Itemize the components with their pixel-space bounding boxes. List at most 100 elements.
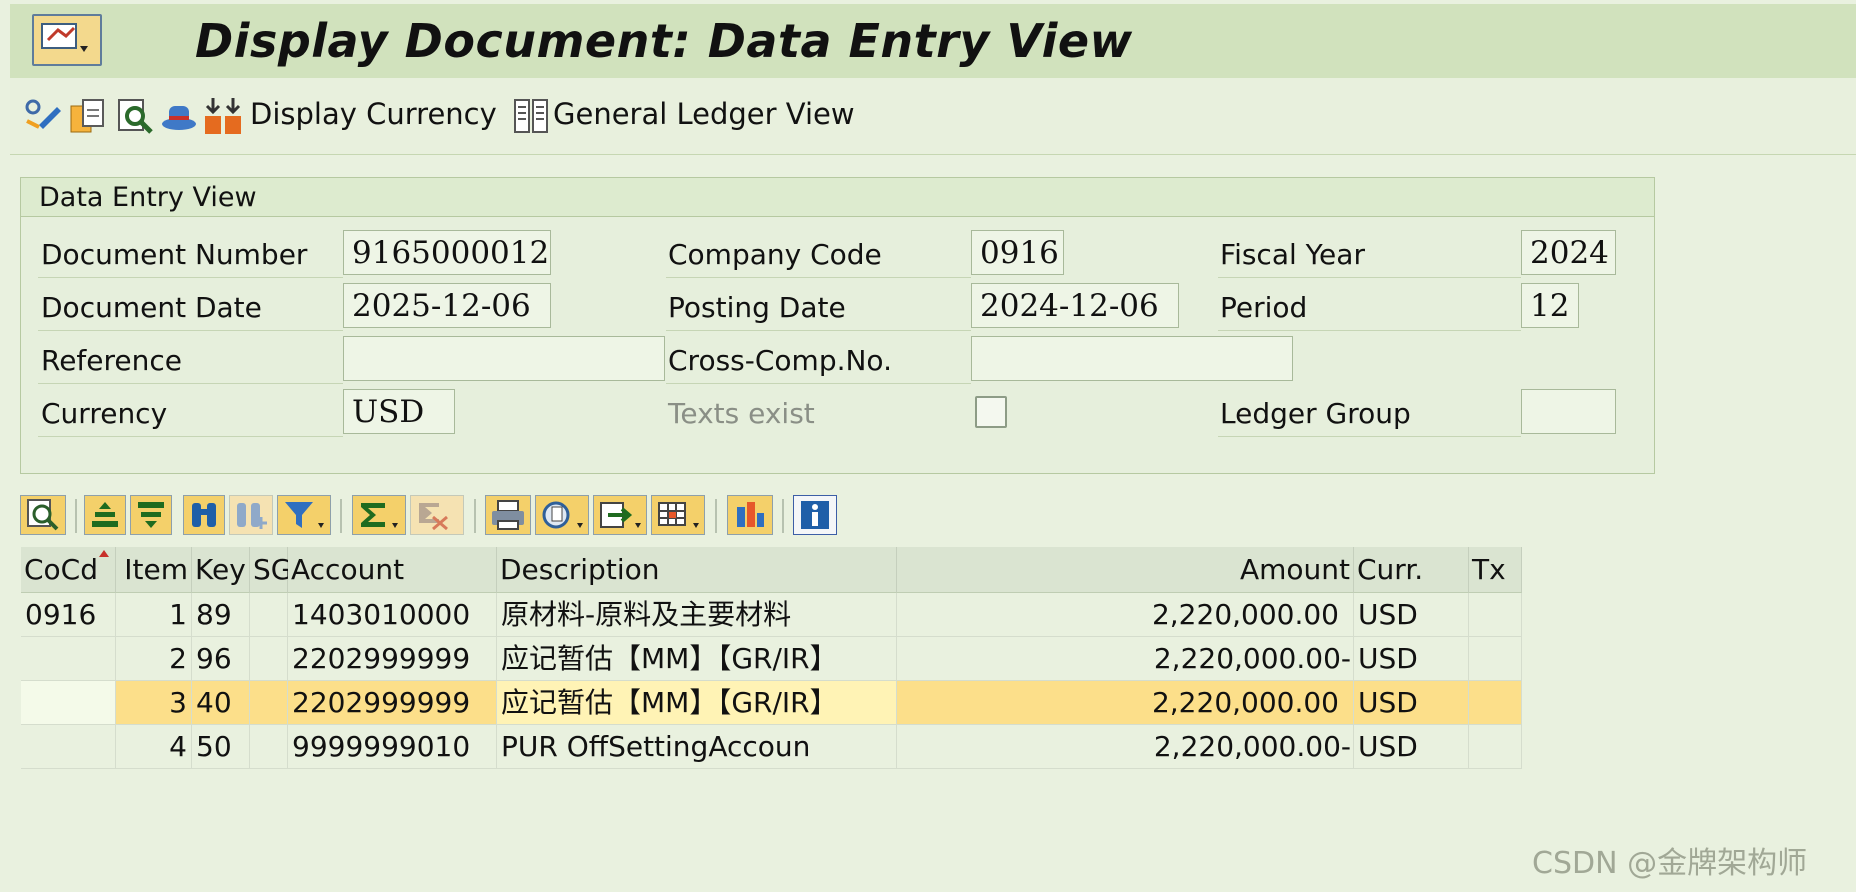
posting-date-field[interactable]: 2024-12-06 <box>971 283 1179 328</box>
toolbar-separator <box>715 499 717 533</box>
divider <box>666 330 971 331</box>
cell-account: 2202999999 <box>288 681 497 725</box>
watermark: CSDN @金牌架构师 <box>1532 846 1808 881</box>
column-header-account[interactable]: Account <box>288 547 497 593</box>
column-header-sg[interactable]: SG <box>250 547 292 593</box>
reference-field[interactable] <box>343 336 665 381</box>
copy-document-icon[interactable] <box>66 95 108 137</box>
menu-icon[interactable] <box>32 14 102 66</box>
reference-label: Reference <box>41 344 182 377</box>
divider <box>1218 436 1521 437</box>
application-toolbar: Display Currency General Ledger View <box>10 78 1856 155</box>
general-ledger-view-button[interactable]: General Ledger View <box>553 97 855 131</box>
cell-cocd: 0916 <box>21 593 116 637</box>
display-currency-icon[interactable] <box>202 95 244 137</box>
table-row[interactable]: 0916 1 89 1403010000 原材料-原料及主要材料 2,220,0… <box>21 593 1522 637</box>
fiscal-year-label: Fiscal Year <box>1220 238 1365 271</box>
column-header-tax[interactable]: Tx <box>1469 547 1522 593</box>
column-header-currency[interactable]: Curr. <box>1354 547 1469 593</box>
document-date-label: Document Date <box>41 291 262 324</box>
currency-field[interactable]: USD <box>343 389 455 434</box>
export-icon[interactable] <box>593 495 647 535</box>
cell-currency: USD <box>1354 681 1469 725</box>
cross-comp-no-field[interactable] <box>971 336 1293 381</box>
column-header-key[interactable]: Key <box>192 547 250 593</box>
cell-key: 96 <box>192 637 250 681</box>
cell-item: 2 <box>116 637 192 681</box>
panel-title: Data Entry View <box>39 182 257 213</box>
cell-tax <box>1469 681 1522 725</box>
cell-amount: 2,220,000.00 <box>897 593 1354 637</box>
general-ledger-view-icon[interactable] <box>510 95 552 137</box>
divider <box>38 383 343 384</box>
cell-amount: 2,220,000.00 <box>897 681 1354 725</box>
table-row[interactable]: 2 96 2202999999 应记暂估【MM】【GR/IR】 2,220,00… <box>21 637 1522 681</box>
table-row[interactable]: 4 50 9999999010 PUR OffSettingAccoun 2,2… <box>21 725 1522 769</box>
document-number-label: Document Number <box>41 238 308 271</box>
total-icon[interactable] <box>352 495 406 535</box>
cell-account: 2202999999 <box>288 637 497 681</box>
cell-description: PUR OffSettingAccoun <box>497 725 897 769</box>
cell-description: 应记暂估【MM】【GR/IR】 <box>497 681 897 725</box>
print-preview-icon[interactable] <box>485 495 531 535</box>
texts-exist-checkbox[interactable] <box>975 396 1007 428</box>
column-header-item[interactable]: Item <box>116 547 192 593</box>
toolbar-separator <box>474 499 476 533</box>
sort-indicator-icon <box>99 550 109 557</box>
company-code-field[interactable]: 0916 <box>971 230 1064 275</box>
layout-icon[interactable] <box>651 495 705 535</box>
cross-comp-no-label: Cross-Comp.No. <box>668 344 892 377</box>
cell-sg <box>250 593 288 637</box>
find-next-icon[interactable] <box>229 495 273 535</box>
cell-tax <box>1469 593 1522 637</box>
cell-item: 3 <box>116 681 192 725</box>
cell-cocd <box>21 725 116 769</box>
filter-icon[interactable] <box>277 495 331 535</box>
cell-item: 1 <box>116 593 192 637</box>
posting-date-label: Posting Date <box>668 291 846 324</box>
cell-amount: 2,220,000.00- <box>897 637 1354 681</box>
details-icon[interactable] <box>20 495 66 535</box>
cell-currency: USD <box>1354 725 1469 769</box>
cell-sg <box>250 637 288 681</box>
display-change-icon[interactable] <box>22 95 64 137</box>
cell-description: 应记暂估【MM】【GR/IR】 <box>497 637 897 681</box>
column-header-description[interactable]: Description <box>497 547 897 593</box>
divider <box>1218 277 1521 278</box>
period-field[interactable]: 12 <box>1521 283 1579 328</box>
divider <box>38 436 343 437</box>
company-code-label: Company Code <box>668 238 882 271</box>
ledger-group-label: Ledger Group <box>1220 397 1411 430</box>
find-icon[interactable] <box>183 495 225 535</box>
hat-icon[interactable] <box>158 95 200 137</box>
toolbar-separator <box>75 499 77 533</box>
panel-title-bar: Data Entry View <box>21 178 1654 217</box>
fiscal-year-field[interactable]: 2024 <box>1521 230 1616 275</box>
table-row-selected[interactable]: 3 40 2202999999 应记暂估【MM】【GR/IR】 2,220,00… <box>21 681 1522 725</box>
ledger-group-field[interactable] <box>1521 389 1616 434</box>
cell-tax <box>1469 637 1522 681</box>
subtotals-icon[interactable] <box>410 495 464 535</box>
toolbar-separator <box>782 499 784 533</box>
information-icon[interactable] <box>793 495 837 535</box>
cell-sg <box>250 681 288 725</box>
document-number-field[interactable]: 9165000012 <box>343 230 551 275</box>
views-icon[interactable] <box>535 495 589 535</box>
period-label: Period <box>1220 291 1308 324</box>
cell-key: 89 <box>192 593 250 637</box>
cell-cocd <box>21 681 116 725</box>
find-document-icon[interactable] <box>114 95 156 137</box>
cell-amount: 2,220,000.00- <box>897 725 1354 769</box>
cell-tax <box>1469 725 1522 769</box>
divider <box>666 383 971 384</box>
sort-ascending-icon[interactable] <box>84 495 126 535</box>
graphic-icon[interactable] <box>727 495 773 535</box>
cell-key: 50 <box>192 725 250 769</box>
toolbar-separator <box>340 499 342 533</box>
display-currency-button[interactable]: Display Currency <box>250 97 497 131</box>
document-date-field[interactable]: 2025-12-06 <box>343 283 551 328</box>
title-bar: Display Document: Data Entry View <box>10 4 1856 79</box>
divider <box>1218 330 1521 331</box>
column-header-amount[interactable]: Amount <box>897 547 1354 593</box>
sort-descending-icon[interactable] <box>130 495 172 535</box>
